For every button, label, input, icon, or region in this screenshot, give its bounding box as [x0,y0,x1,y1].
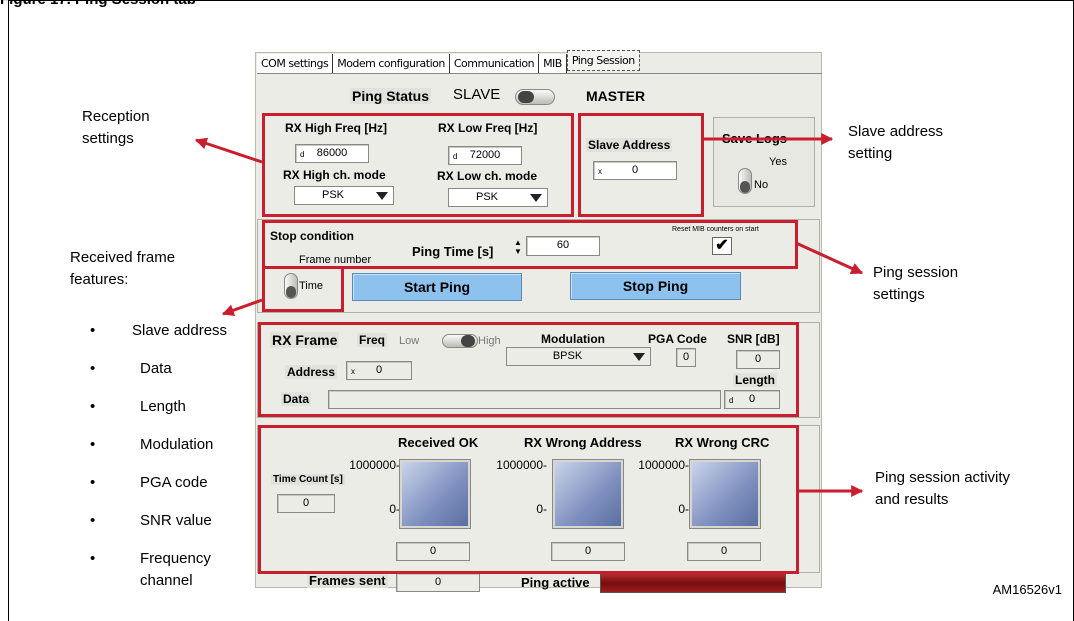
annotation-arrows [194,133,864,497]
arrow-reception [194,137,263,164]
arrow-session [795,241,864,275]
arrow-received-frame [221,298,263,316]
